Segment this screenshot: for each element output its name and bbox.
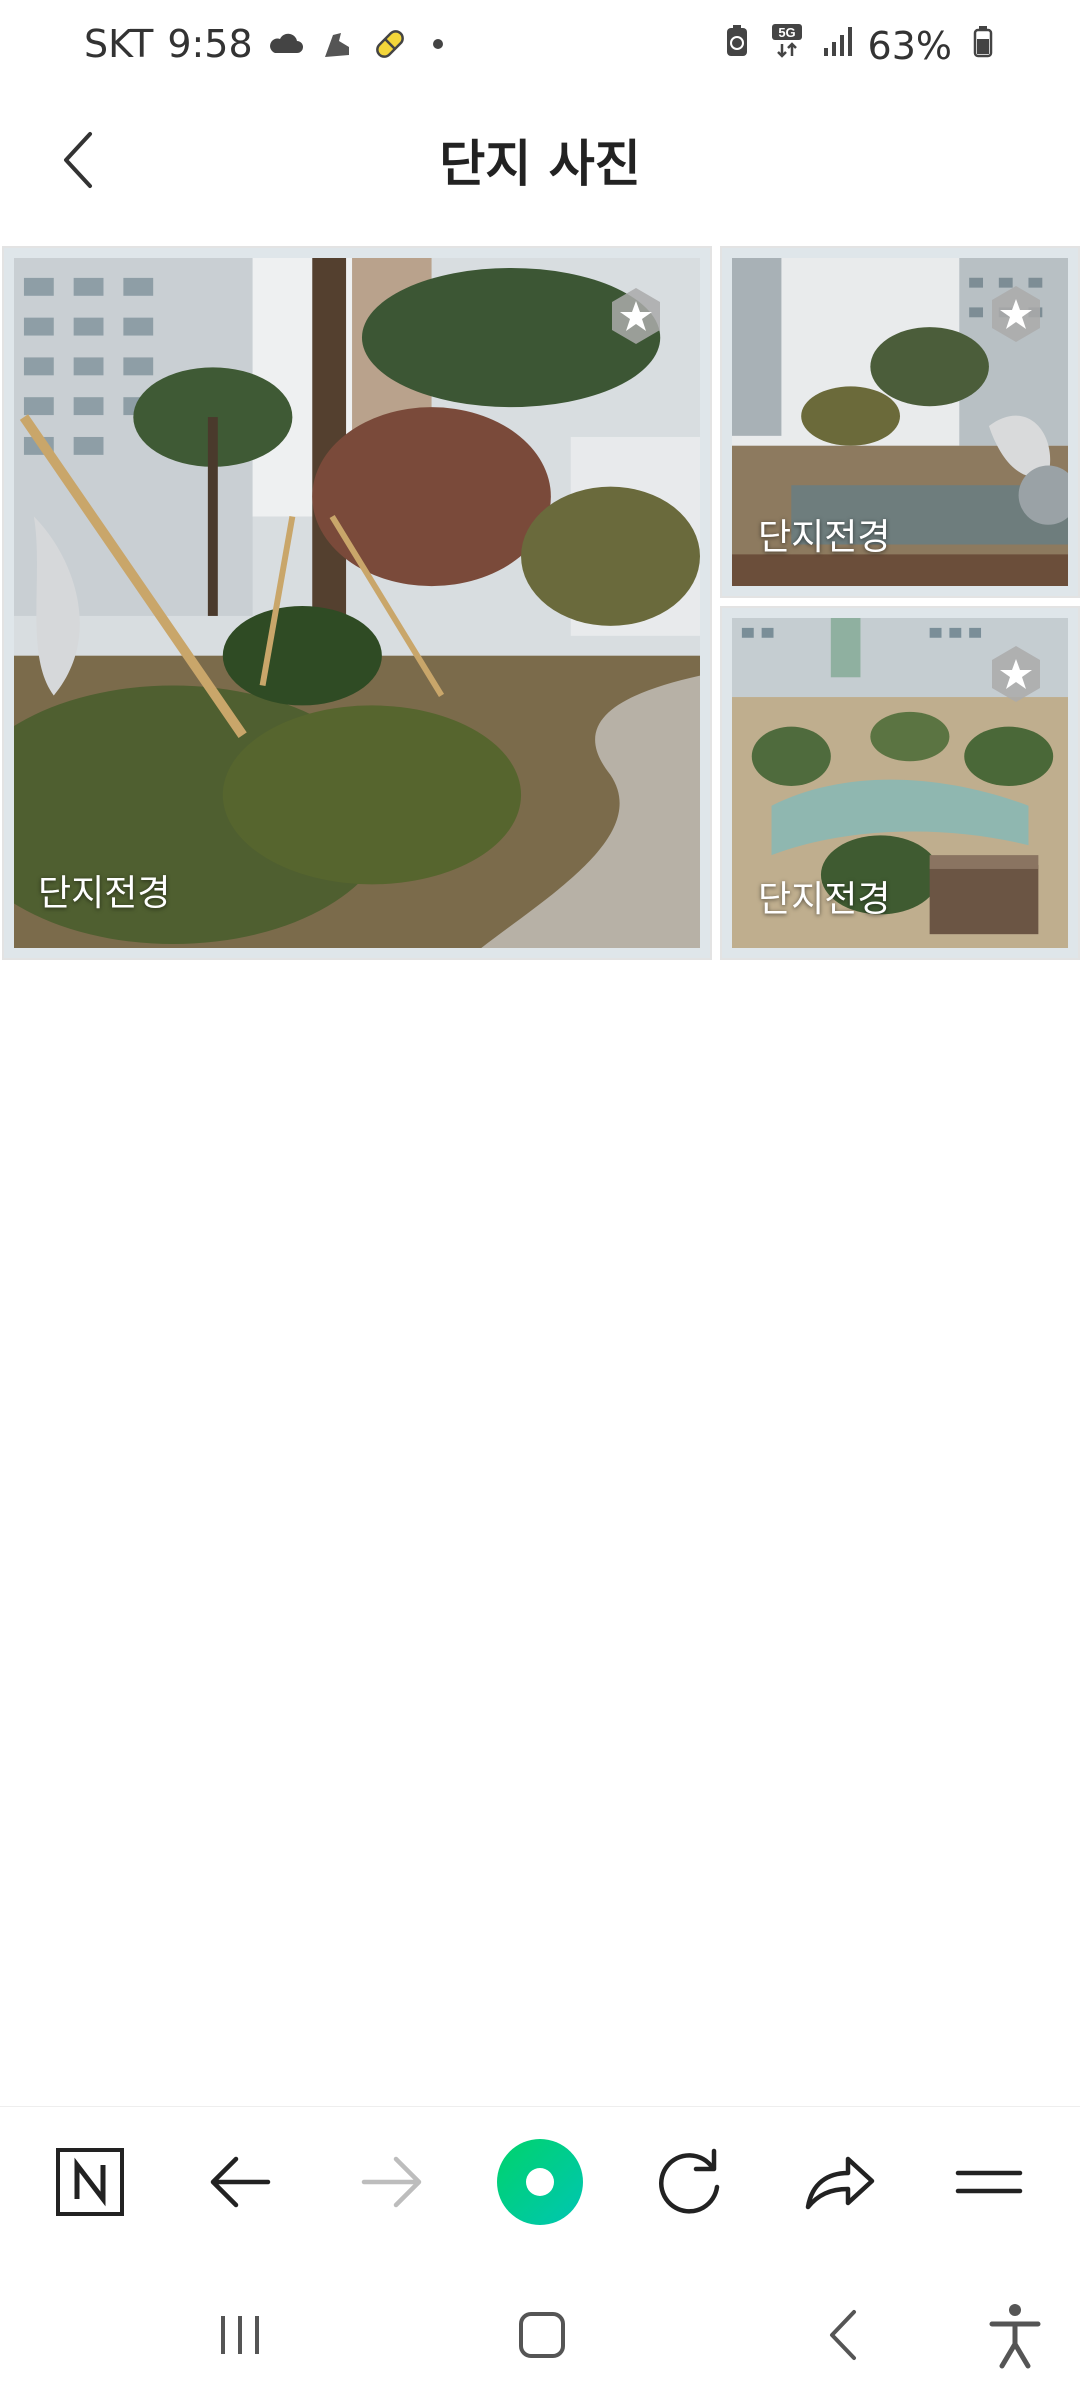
network-label: 5G (778, 25, 795, 40)
5g-data-icon: 5G (768, 22, 806, 69)
back-arrow-button[interactable] (196, 2137, 286, 2227)
photo-tile-main[interactable]: 단지전경 (2, 246, 712, 960)
cloud-icon (267, 25, 305, 63)
header: 단지 사진 (0, 100, 1080, 220)
forward-arrow-icon (361, 2156, 422, 2208)
recent-apps-icon (221, 2316, 259, 2354)
time-label: 9:58 (167, 22, 253, 66)
page-title: 단지 사진 (439, 135, 641, 193)
accessibility-icon (989, 2304, 1041, 2369)
forward-arrow-button[interactable] (346, 2137, 436, 2227)
back-icon (830, 2310, 856, 2360)
photo-label: 단지전경 (758, 517, 891, 558)
battery-percent: 63% (867, 23, 952, 68)
complex-garden-photo (14, 258, 700, 948)
status-left: SKT 9:58 (84, 22, 443, 66)
status-right: 5G 63% (718, 22, 1002, 69)
share-icon (805, 2156, 875, 2210)
battery-saver-icon (718, 22, 756, 69)
share-button[interactable] (794, 2137, 884, 2227)
running-shoe-icon (319, 25, 357, 63)
green-dot-icon (497, 2139, 583, 2225)
star-icon[interactable] (986, 644, 1046, 704)
dot-icon (432, 39, 443, 49)
star-icon[interactable] (606, 286, 666, 346)
naver-home-icon (56, 2148, 124, 2216)
recent-apps-button[interactable] (195, 2290, 285, 2380)
battery-icon (964, 22, 1002, 69)
browser-toolbar (0, 2106, 1080, 2256)
status-bar: SKT 9:58 5G 63% (0, 0, 1080, 96)
pill-icon (371, 25, 409, 63)
refresh-icon (659, 2148, 720, 2214)
accessibility-button[interactable] (970, 2290, 1060, 2380)
signal-icon (818, 22, 856, 69)
refresh-button[interactable] (644, 2137, 734, 2227)
photo-label: 단지전경 (758, 879, 891, 920)
home-button[interactable] (497, 2290, 587, 2380)
carrier-label: SKT (84, 22, 154, 66)
system-back-button[interactable] (800, 2290, 890, 2380)
home-icon (519, 2312, 565, 2358)
photo-tile-top-right[interactable]: 단지전경 (720, 246, 1080, 598)
photo-gallery: 단지전경 단지전경 단지전경 (0, 244, 1080, 962)
menu-button[interactable] (944, 2137, 1034, 2227)
naver-home-button[interactable] (45, 2137, 135, 2227)
photo-tile-bottom-right[interactable]: 단지전경 (720, 606, 1080, 960)
green-dot-button[interactable] (495, 2137, 585, 2227)
system-nav-bar (0, 2270, 1080, 2400)
star-icon[interactable] (986, 284, 1046, 344)
photo-label: 단지전경 (38, 873, 171, 914)
back-arrow-icon (210, 2156, 271, 2208)
menu-icon (955, 2170, 1023, 2194)
